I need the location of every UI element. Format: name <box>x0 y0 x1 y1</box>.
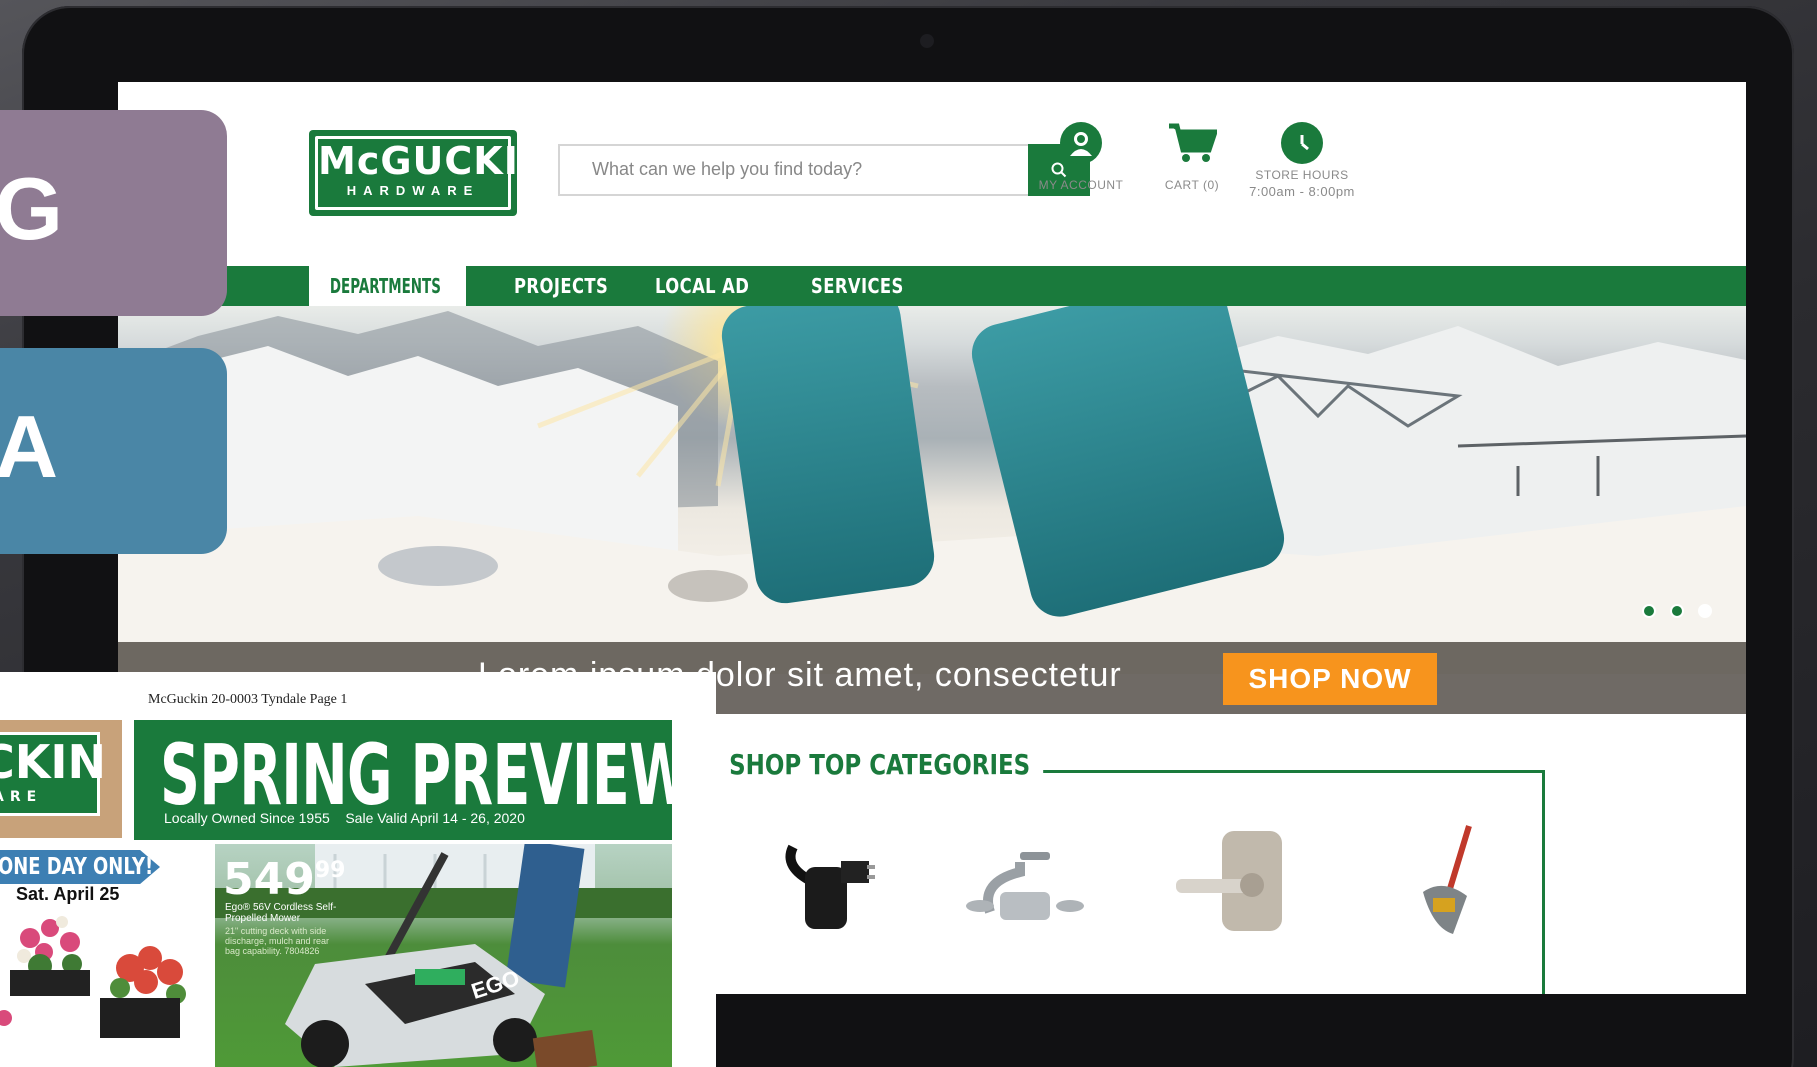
site-header: McGUCKIN HARDWARE What can we help you f… <box>118 82 1746 266</box>
spring-flyer[interactable]: McGuckin 20-0003 Tyndale Page 1 CKIN ARE… <box>0 672 716 1067</box>
search-bar[interactable]: What can we help you find today? <box>558 144 1090 196</box>
flyer-tagline-left: Locally Owned Since 1955 <box>164 810 330 826</box>
nav-departments-label: DEPARTMENTS <box>329 274 441 298</box>
category-shovel[interactable] <box>1383 822 1513 942</box>
flyer-tagline: Locally Owned Since 1955 Sale Valid Apri… <box>164 810 525 826</box>
category-faucet[interactable] <box>960 822 1090 942</box>
flyer-tagline-right: Sale Valid April 14 - 26, 2020 <box>345 810 525 826</box>
oneday-date: Sat. April 25 <box>16 884 120 904</box>
nav-services[interactable]: SERVICES <box>811 266 904 306</box>
flyer-logo: CKIN ARE <box>0 720 122 838</box>
flyer-headline-box: SPRING PREVIEW Locally Owned Since 1955 … <box>134 720 690 840</box>
flyer-logo-letters: CKIN <box>0 735 107 789</box>
flower-pots-image <box>0 916 186 1038</box>
flyer-caption: McGuckin 20-0003 Tyndale Page 1 <box>148 692 348 707</box>
hours-value: 7:00am - 8:00pm <box>1249 184 1355 199</box>
category-door-lever[interactable] <box>1168 822 1298 942</box>
categories-title: SHOP TOP CATEGORIES <box>716 748 1044 781</box>
slider-dot[interactable] <box>1642 604 1656 618</box>
shop-now-button[interactable]: SHOP NOW <box>1223 653 1437 705</box>
mower-photo: 54999 Ego® 56V Cordless Self-Propelled M… <box>215 844 672 1067</box>
my-account-link[interactable]: MY ACCOUNT <box>1026 122 1136 192</box>
oneday-label: ONE DAY ONLY! <box>0 854 154 880</box>
nav-projects[interactable]: PROJECTS <box>514 266 608 306</box>
store-logo[interactable]: McGUCKIN HARDWARE <box>309 130 552 216</box>
mower-price: 54999 <box>223 854 345 905</box>
account-label: MY ACCOUNT <box>1038 178 1124 192</box>
oneday-ribbon: ONE DAY ONLY! <box>0 850 160 884</box>
hero-image <box>118 311 1746 674</box>
slider-dots <box>1642 604 1712 618</box>
account-icon <box>1060 122 1102 164</box>
clock-icon <box>1281 122 1323 164</box>
side-tab-purple[interactable]: IG <box>0 110 227 316</box>
hero-slider[interactable] <box>118 306 1746 674</box>
price-main: 549 <box>223 854 315 905</box>
logo-name: McGUCKIN <box>318 139 552 183</box>
flyer-logo-sub: ARE <box>0 789 43 805</box>
cart-icon <box>1167 122 1219 164</box>
side-tab-blue-letters: IA <box>0 397 58 496</box>
main-nav: DEPARTMENTS ▾ PROJECTS LOCAL AD SERVICES <box>118 266 1746 333</box>
faucet-icon <box>966 852 1084 920</box>
shovel-icon <box>1423 825 1472 934</box>
cart-label: CART (0) <box>1164 178 1220 192</box>
slider-dot[interactable] <box>1670 604 1684 618</box>
nav-departments[interactable]: DEPARTMENTS ▾ <box>309 266 466 333</box>
side-tab-purple-letters: IG <box>0 159 63 258</box>
logo-sub: HARDWARE <box>346 183 480 198</box>
side-tab-blue[interactable]: IA <box>0 348 227 554</box>
mower-desc: 21" cutting deck with side discharge, mu… <box>225 926 330 956</box>
mower-title: Ego® 56V Cordless Self-Propelled Mower <box>225 902 337 924</box>
price-cents: 99 <box>314 858 346 883</box>
nav-local-ad[interactable]: LOCAL AD <box>655 266 749 306</box>
hours-label: STORE HOURS <box>1255 168 1349 182</box>
store-hours[interactable]: STORE HOURS 7:00am - 8:00pm <box>1247 122 1357 199</box>
cart-link[interactable]: CART (0) <box>1137 122 1247 192</box>
category-extension-cord[interactable] <box>768 822 898 942</box>
slider-dot[interactable] <box>1698 604 1712 618</box>
search-input[interactable]: What can we help you find today? <box>592 159 862 180</box>
camera-dot <box>920 34 934 48</box>
extension-cord-icon <box>785 844 875 929</box>
door-lever-icon <box>1176 831 1282 931</box>
